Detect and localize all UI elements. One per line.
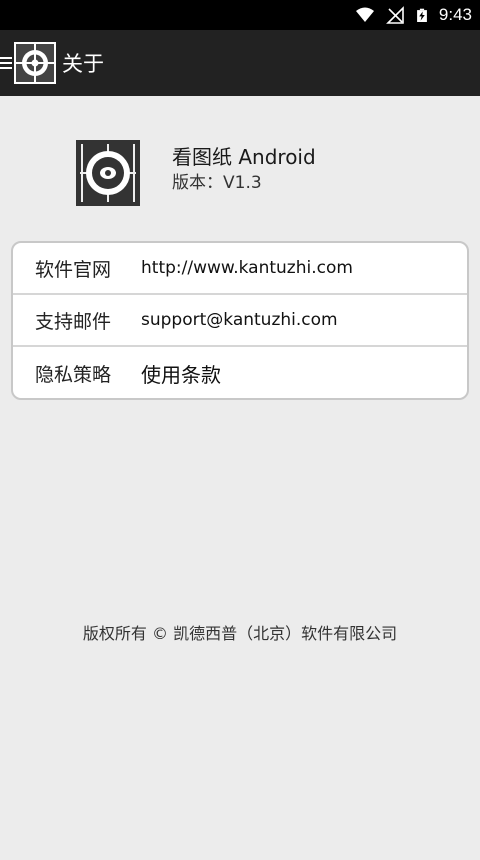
status-bar: 9:43 (0, 0, 480, 30)
app-version: 版本：V1.3 (172, 173, 262, 193)
terms-of-use-link[interactable]: 使用条款 (141, 359, 221, 388)
info-card: 软件官网 http://www.kantuzhi.com 支持邮件 suppor… (11, 241, 469, 400)
privacy-policy-row[interactable]: 隐私策略 使用条款 (13, 347, 467, 398)
wifi-icon (355, 7, 374, 22)
signal-off-icon (385, 6, 404, 24)
app-bar: 关于 (0, 30, 480, 96)
support-email-label: 支持邮件 (35, 310, 112, 333)
app-logo-icon (14, 42, 56, 84)
support-email-link[interactable]: support@kantuzhi.com (141, 310, 338, 330)
website-label: 软件官网 (35, 258, 112, 281)
privacy-policy-label: 隐私策略 (35, 363, 112, 386)
website-link[interactable]: http://www.kantuzhi.com (141, 258, 353, 278)
battery-charging-icon (417, 8, 427, 22)
app-logo-icon (76, 140, 140, 206)
app-name: 看图纸 Android (172, 145, 316, 169)
website-row[interactable]: 软件官网 http://www.kantuzhi.com (13, 243, 467, 295)
copyright-text: 版权所有 © 凯德西普（北京）软件有限公司 (82, 624, 398, 643)
app-header: 看图纸 Android 版本：V1.3 (76, 140, 316, 206)
menu-icon[interactable] (0, 55, 12, 71)
page-title: 关于 (62, 52, 104, 76)
support-email-row[interactable]: 支持邮件 support@kantuzhi.com (13, 295, 467, 347)
status-time: 9:43 (438, 5, 472, 24)
